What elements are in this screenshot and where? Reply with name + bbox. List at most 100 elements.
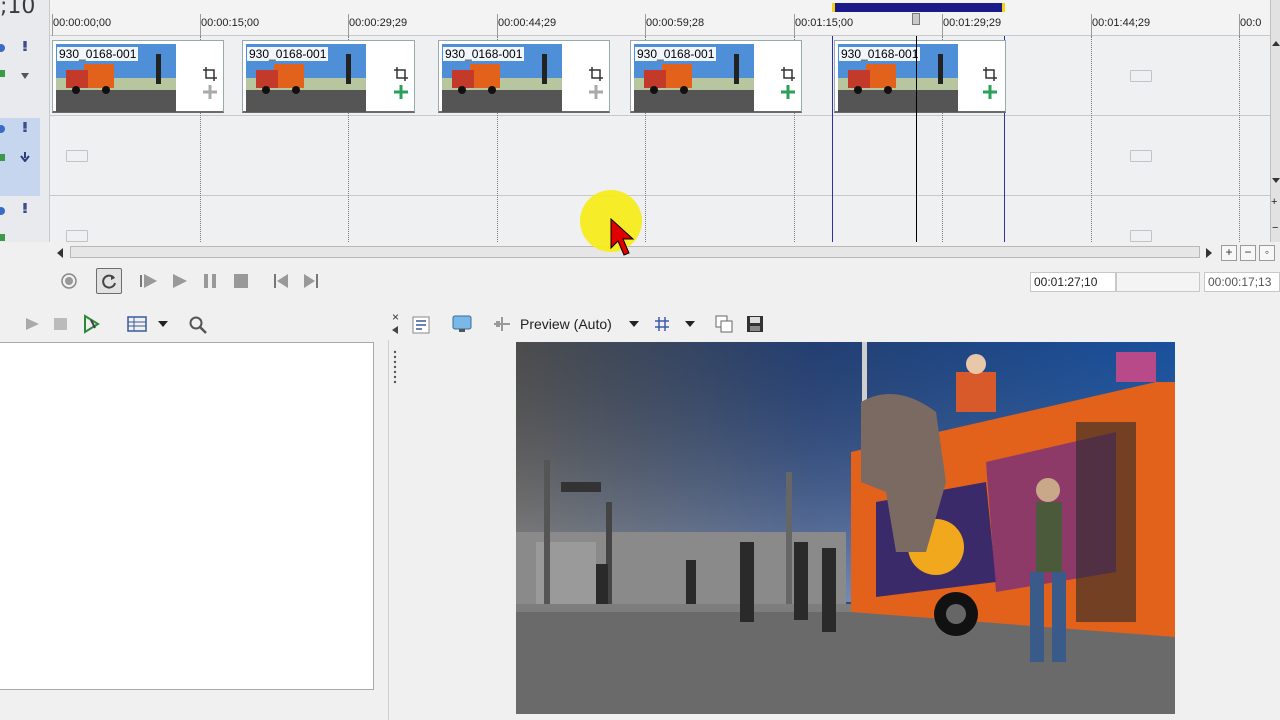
record-button[interactable]	[56, 268, 82, 294]
tracks-vertical-scrollbar[interactable]: + −	[1270, 0, 1280, 242]
play-from-start-button[interactable]	[136, 268, 162, 294]
track-header-video-1[interactable]	[0, 38, 40, 116]
scroll-down-icon[interactable]	[1272, 176, 1280, 184]
ruler-tick-label: 00:01:29;29	[943, 17, 1002, 29]
pan-icon[interactable]	[781, 85, 795, 99]
ruler-tick-label: 00:00:59;28	[646, 17, 705, 29]
stop-icon[interactable]	[54, 318, 68, 330]
video-event[interactable]: 930_0168-001	[438, 40, 610, 113]
chevron-down-icon[interactable]	[629, 321, 639, 327]
timeline-horizontal-scrollbar[interactable]: + − ◦	[50, 244, 1280, 262]
track-header-video-2[interactable]	[0, 118, 40, 196]
edit-cursor-line	[916, 36, 917, 242]
go-to-start-button[interactable]	[268, 268, 294, 294]
ruler-tick-label: 00:00:00;00	[53, 17, 112, 29]
preview-quality-dropdown[interactable]: Preview (Auto)	[520, 316, 612, 332]
chevron-down-icon[interactable]	[158, 321, 168, 327]
bypass-icon[interactable]	[0, 206, 7, 216]
event-name: 930_0168-001	[443, 47, 525, 61]
pan-icon[interactable]	[203, 85, 217, 99]
video-properties-icon[interactable]	[412, 316, 430, 334]
crop-icon[interactable]	[983, 67, 997, 81]
save-snapshot-icon[interactable]	[746, 315, 764, 333]
pan-icon[interactable]	[589, 85, 603, 99]
video-event[interactable]: 930_0168-001	[242, 40, 415, 113]
ruler-tick-label: 00:01:44;29	[1092, 17, 1151, 29]
play-button[interactable]	[167, 268, 193, 294]
preview-status-strip	[404, 712, 704, 720]
zoom-out-button[interactable]: −	[1240, 245, 1256, 261]
zoom-in-button[interactable]: +	[1221, 245, 1237, 261]
event-name: 930_0168-001	[635, 47, 717, 61]
composite-arrow-icon[interactable]	[20, 70, 30, 80]
scroll-left-icon[interactable]	[56, 248, 64, 258]
overlays-grid-icon[interactable]	[654, 316, 670, 332]
bypass-icon[interactable]	[0, 124, 7, 134]
go-to-end-button[interactable]	[298, 268, 324, 294]
toolbar-grip-icon	[0, 316, 2, 332]
chevron-down-icon[interactable]	[685, 321, 695, 327]
loop-region-bar[interactable]	[832, 3, 1005, 12]
time-readout: ;10	[0, 0, 36, 19]
loop-icon	[102, 274, 116, 289]
play-from-start-icon	[140, 274, 157, 288]
video-event[interactable]: 930_0168-001	[52, 40, 224, 113]
zoom-in-vertical-icon[interactable]: +	[1271, 196, 1277, 208]
view-list-icon[interactable]	[127, 316, 147, 332]
playhead-handle[interactable]	[912, 13, 920, 25]
external-monitor-icon[interactable]	[452, 315, 472, 333]
go-to-end-icon	[304, 274, 318, 288]
ruler-tick-label: 00:01:15;00	[795, 17, 854, 29]
video-track-3[interactable]	[50, 196, 1270, 242]
fx-icon[interactable]	[0, 232, 7, 242]
video-event[interactable]: 930_0168-001	[630, 40, 802, 113]
pan-icon[interactable]	[983, 85, 997, 99]
empty-clip-icon	[66, 150, 88, 162]
loop-playback-button[interactable]	[96, 268, 122, 294]
panel-collapse-icon[interactable]	[392, 326, 398, 334]
zoom-out-vertical-icon[interactable]: −	[1272, 222, 1278, 234]
play-icon[interactable]	[24, 317, 40, 331]
crop-icon[interactable]	[394, 67, 408, 81]
selection-start-field[interactable]	[1116, 272, 1200, 292]
go-to-start-icon	[274, 274, 288, 288]
crop-icon[interactable]	[781, 67, 795, 81]
timeline-ruler[interactable]: 00:00:00;00 00:00:15;00 00:00:29;29 00:0…	[50, 0, 1280, 36]
fx-icon[interactable]	[0, 152, 7, 162]
split-screen-icon[interactable]	[492, 317, 512, 331]
bypass-icon[interactable]	[0, 43, 7, 53]
video-track-2[interactable]	[50, 116, 1270, 196]
auto-preview-icon[interactable]	[82, 314, 102, 334]
timeline-tracks[interactable]: 930_0168-001 930_0168-001 930_0168-001 9…	[50, 36, 1270, 242]
copy-snapshot-icon[interactable]	[714, 314, 734, 334]
cursor-position-field[interactable]: 00:01:27;10	[1030, 272, 1116, 292]
mute-icon[interactable]	[20, 203, 30, 213]
scroll-right-icon[interactable]	[1205, 248, 1213, 258]
pause-icon	[204, 274, 216, 288]
selection-start-line	[832, 36, 833, 242]
search-icon[interactable]	[188, 315, 208, 335]
video-event[interactable]: 930_0168-001	[834, 40, 1006, 113]
zoom-tool-button[interactable]: ◦	[1259, 245, 1275, 261]
empty-clip-icon	[1130, 150, 1152, 162]
close-panel-icon[interactable]: ×	[392, 310, 399, 324]
track-header-video-3[interactable]	[0, 198, 40, 276]
mute-icon[interactable]	[20, 122, 30, 132]
mouse-cursor-icon	[610, 218, 635, 256]
empty-clip-icon	[66, 230, 88, 242]
ruler-tick-label: 00:00:29;29	[349, 17, 408, 29]
crop-icon[interactable]	[589, 67, 603, 81]
track-header-column: ;10	[0, 0, 50, 242]
pan-icon[interactable]	[394, 85, 408, 99]
composite-arrow-icon[interactable]	[20, 152, 30, 162]
scroll-up-icon[interactable]	[1272, 40, 1280, 48]
crop-icon[interactable]	[203, 67, 217, 81]
mute-icon[interactable]	[20, 41, 30, 51]
selection-length-field[interactable]: 00:00:17;13	[1204, 272, 1280, 292]
fx-icon[interactable]	[0, 68, 7, 78]
stop-button[interactable]	[228, 268, 254, 294]
media-list-pane[interactable]	[0, 342, 374, 690]
panel-grip-icon[interactable]	[393, 350, 397, 386]
pause-button[interactable]	[197, 268, 223, 294]
ruler-tick-label: 00:00:15;00	[201, 17, 260, 29]
